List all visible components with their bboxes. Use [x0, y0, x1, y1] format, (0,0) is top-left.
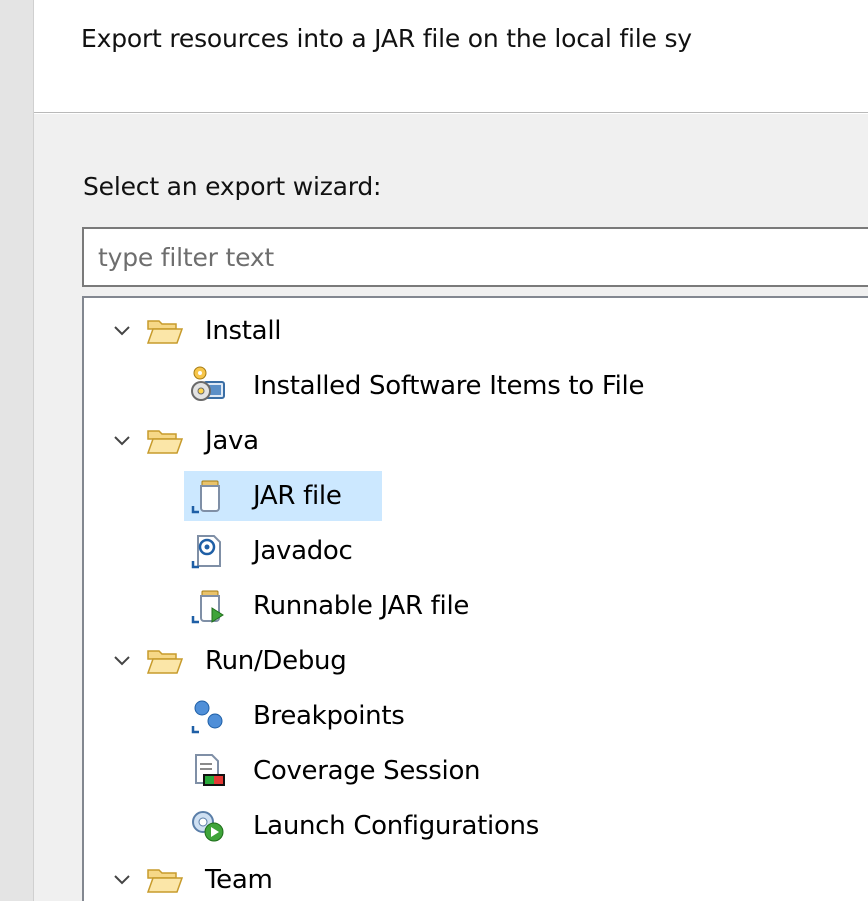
installed-software-icon	[191, 366, 225, 401]
chevron-down-icon[interactable]	[112, 431, 132, 451]
tree-item-label: Breakpoints	[253, 701, 405, 731]
tree-item-label: Javadoc	[253, 536, 353, 566]
tree-item-jar-file[interactable]: JAR file	[184, 471, 382, 521]
chevron-down-icon[interactable]	[112, 870, 132, 890]
folder-open-icon	[146, 430, 184, 454]
filter-input[interactable]	[82, 227, 868, 287]
tree-category-team[interactable]: Team	[84, 855, 868, 901]
tree-item-breakpoints[interactable]: Breakpoints	[84, 691, 868, 741]
chevron-down-icon[interactable]	[112, 651, 132, 671]
tree-item-launch-configurations[interactable]: Launch Configurations	[84, 801, 868, 851]
tree-item-coverage-session[interactable]: Coverage Session	[84, 746, 868, 796]
tree-item-javadoc[interactable]: Javadoc	[84, 526, 868, 576]
tree-item-label: Launch Configurations	[253, 811, 539, 841]
runnable-jar-icon	[191, 590, 224, 624]
coverage-session-icon	[195, 754, 225, 786]
tree-category-label: Java	[205, 426, 259, 456]
chevron-down-icon[interactable]	[112, 321, 132, 341]
tree-category-label: Install	[205, 316, 282, 346]
tree-category-label: Run/Debug	[205, 646, 347, 676]
tree-item-label: Installed Software Items to File	[253, 371, 645, 401]
tree-category-run-debug[interactable]: Run/Debug	[84, 636, 868, 686]
javadoc-icon	[191, 535, 221, 569]
tree-item-label: Coverage Session	[253, 756, 481, 786]
folder-open-icon	[146, 650, 184, 674]
select-wizard-label: Select an export wizard:	[83, 172, 382, 201]
launch-configurations-icon	[192, 811, 224, 842]
breakpoints-icon	[191, 700, 223, 734]
tree-item-label: Runnable JAR file	[253, 591, 470, 621]
export-wizard-tree[interactable]: Install Installed Software Items to File…	[82, 296, 868, 901]
tree-category-install[interactable]: Install	[84, 306, 868, 356]
folder-open-icon	[146, 320, 184, 344]
tree-item-installed-software[interactable]: Installed Software Items to File	[84, 361, 868, 411]
wizard-description-area: Export resources into a JAR file on the …	[34, 0, 868, 113]
jar-file-icon	[191, 480, 220, 514]
tree-item-runnable-jar[interactable]: Runnable JAR file	[84, 581, 868, 631]
tree-category-label: Team	[205, 865, 273, 895]
wizard-description: Export resources into a JAR file on the …	[81, 24, 692, 53]
tree-category-java[interactable]: Java	[84, 416, 868, 466]
window-left-edge	[0, 0, 34, 901]
tree-item-label: JAR file	[253, 481, 342, 511]
folder-open-icon	[146, 869, 184, 893]
